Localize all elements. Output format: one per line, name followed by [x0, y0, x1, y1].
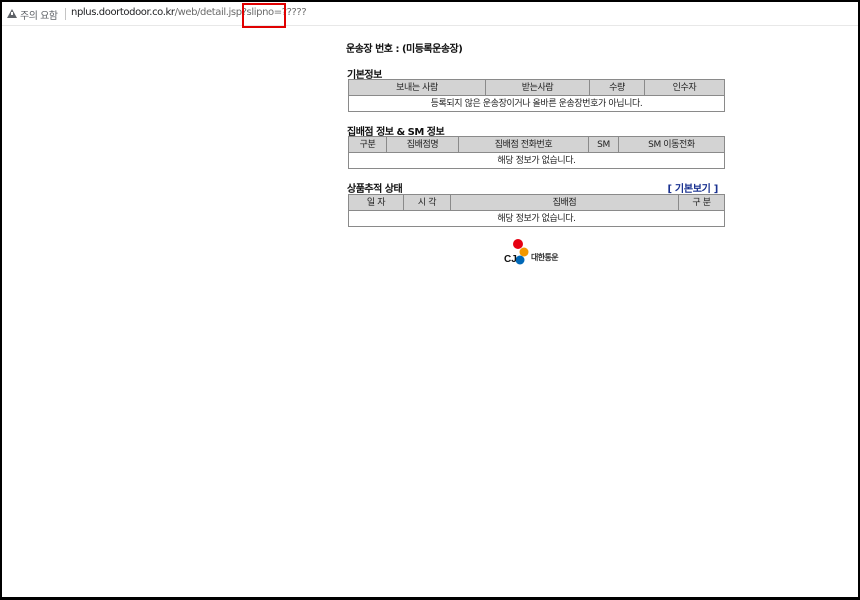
warning-icon[interactable] [7, 9, 17, 18]
url-host: nplus.doortodoor.co.kr [71, 7, 175, 18]
basic-view-link[interactable]: [ 기본보기 ] [667, 180, 718, 195]
basic-info-table: 보내는 사람 받는사람 수량 인수자 등록되지 않은 운송장이거나 올바른 운송… [348, 79, 725, 112]
logo-petal-red [513, 239, 523, 249]
table-row: 해당 정보가 없습니다. [348, 152, 725, 169]
tracking-table: 일 자 시 각 집배점 구 분 해당 정보가 없습니다. [348, 194, 725, 227]
page-title: 운송장 번호 : (미등록운송장) [346, 44, 463, 55]
logo-petal-orange [519, 247, 529, 257]
table-header-row: 보내는 사람 받는사람 수량 인수자 [348, 79, 725, 96]
table-header-row: 일 자 시 각 집배점 구 분 [348, 194, 725, 211]
column-sm: SM [588, 136, 619, 153]
column-branch: 집배점 [450, 194, 679, 211]
logo-mark: CJ [504, 254, 517, 265]
logo-petal-blue [515, 255, 525, 265]
basic-info-message: 등록되지 않은 운송장이거나 올바른 운송장번호가 아닙니다. [348, 95, 725, 112]
column-acceptor: 인수자 [644, 79, 725, 96]
security-indicator[interactable]: 주의 요함 [20, 7, 58, 22]
column-sm-mobile: SM 이동전화 [618, 136, 725, 153]
column-receiver: 받는사람 [485, 79, 590, 96]
column-branch-phone: 집배점 전화번호 [458, 136, 589, 153]
url-path: /web/detail.jsp?slipno=????? [174, 7, 307, 18]
branch-info-table: 구분 집배점명 집배점 전화번호 SM SM 이동전화 해당 정보가 없습니다. [348, 136, 725, 169]
tracking-message: 해당 정보가 없습니다. [348, 210, 725, 227]
address-divider [65, 8, 66, 20]
address-bar[interactable]: 주의 요함 nplus.doortodoor.co.kr/web/detail.… [2, 2, 858, 26]
table-header-row: 구분 집배점명 집배점 전화번호 SM SM 이동전화 [348, 136, 725, 153]
column-quantity: 수량 [589, 79, 645, 96]
column-time: 시 각 [403, 194, 451, 211]
highlight-box [242, 3, 286, 28]
table-row: 해당 정보가 없습니다. [348, 210, 725, 227]
branch-info-message: 해당 정보가 없습니다. [348, 152, 725, 169]
tracking-heading: 상품추적 상태 [347, 184, 403, 195]
column-branch-name: 집배점명 [386, 136, 459, 153]
logo-text: 대한통운 [531, 253, 559, 262]
cj-logo: CJ 대한통운 [504, 238, 574, 270]
cj-logo-icon: CJ [504, 239, 529, 265]
table-row: 등록되지 않은 운송장이거나 올바른 운송장번호가 아닙니다. [348, 95, 725, 112]
column-status: 구 분 [678, 194, 725, 211]
column-date: 일 자 [348, 194, 404, 211]
browser-window: 주의 요함 nplus.doortodoor.co.kr/web/detail.… [2, 2, 858, 597]
column-type: 구분 [348, 136, 387, 153]
column-sender: 보내는 사람 [348, 79, 486, 96]
